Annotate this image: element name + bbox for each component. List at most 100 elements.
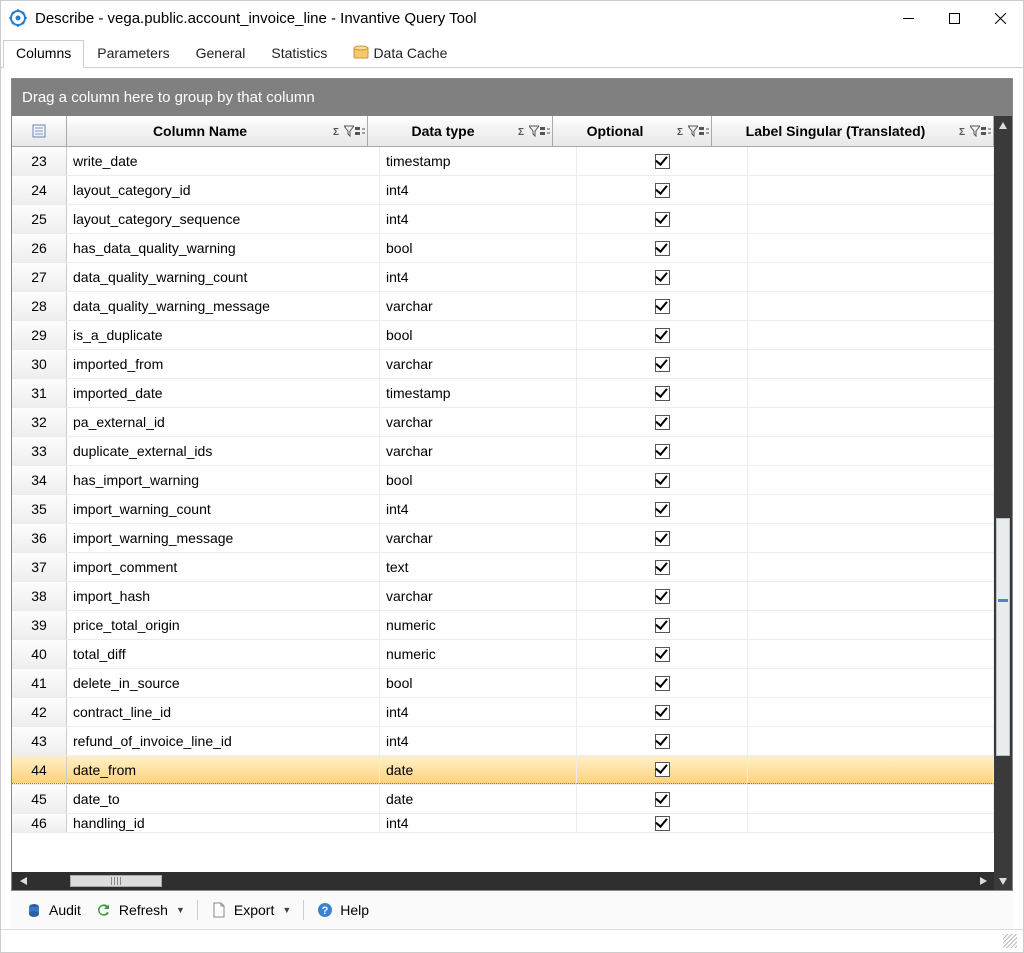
- maximize-button[interactable]: [931, 3, 977, 33]
- table-row[interactable]: 39price_total_originnumeric: [12, 611, 994, 640]
- cell-data-type[interactable]: int4: [380, 205, 577, 233]
- table-row[interactable]: 36import_warning_messagevarchar: [12, 524, 994, 553]
- cell-column-name[interactable]: price_total_origin: [67, 611, 380, 639]
- cell-data-type[interactable]: varchar: [380, 408, 577, 436]
- row-number[interactable]: 34: [12, 466, 67, 494]
- cell-column-name[interactable]: imported_date: [67, 379, 380, 407]
- cell-optional[interactable]: [577, 524, 748, 552]
- export-button[interactable]: Export ▼: [204, 899, 297, 921]
- checkbox-icon[interactable]: [655, 473, 670, 488]
- hscroll-track[interactable]: [30, 872, 976, 890]
- cell-optional[interactable]: [577, 698, 748, 726]
- cell-label-singular[interactable]: [748, 727, 994, 755]
- scroll-left-button[interactable]: [12, 872, 30, 890]
- cell-optional[interactable]: [577, 669, 748, 697]
- table-row[interactable]: 41delete_in_sourcebool: [12, 669, 994, 698]
- cell-column-name[interactable]: delete_in_source: [67, 669, 380, 697]
- cell-label-singular[interactable]: [748, 176, 994, 204]
- cell-optional[interactable]: [577, 292, 748, 320]
- vscroll-track[interactable]: [994, 134, 1012, 872]
- row-number[interactable]: 43: [12, 727, 67, 755]
- row-number[interactable]: 39: [12, 611, 67, 639]
- cell-optional[interactable]: [577, 814, 748, 832]
- row-number[interactable]: 40: [12, 640, 67, 668]
- cell-label-singular[interactable]: [748, 553, 994, 581]
- cell-column-name[interactable]: imported_from: [67, 350, 380, 378]
- cell-optional[interactable]: [577, 495, 748, 523]
- row-selector-header[interactable]: [12, 116, 67, 146]
- row-number[interactable]: 25: [12, 205, 67, 233]
- cell-column-name[interactable]: layout_category_id: [67, 176, 380, 204]
- table-row[interactable]: 26has_data_quality_warningbool: [12, 234, 994, 263]
- checkbox-icon[interactable]: [655, 676, 670, 691]
- row-number[interactable]: 26: [12, 234, 67, 262]
- checkbox-icon[interactable]: [655, 734, 670, 749]
- table-row[interactable]: 25layout_category_sequenceint4: [12, 205, 994, 234]
- cell-optional[interactable]: [577, 263, 748, 291]
- checkbox-icon[interactable]: [655, 444, 670, 459]
- cell-label-singular[interactable]: [748, 466, 994, 494]
- row-number[interactable]: 35: [12, 495, 67, 523]
- checkbox-icon[interactable]: [655, 762, 670, 777]
- cell-optional[interactable]: [577, 408, 748, 436]
- cell-data-type[interactable]: varchar: [380, 292, 577, 320]
- cell-data-type[interactable]: int4: [380, 263, 577, 291]
- cell-label-singular[interactable]: [748, 669, 994, 697]
- row-number[interactable]: 30: [12, 350, 67, 378]
- table-row[interactable]: 27data_quality_warning_countint4: [12, 263, 994, 292]
- cell-column-name[interactable]: refund_of_invoice_line_id: [67, 727, 380, 755]
- cell-data-type[interactable]: varchar: [380, 350, 577, 378]
- horizontal-scrollbar[interactable]: [12, 872, 994, 890]
- cell-column-name[interactable]: pa_external_id: [67, 408, 380, 436]
- cell-label-singular[interactable]: [748, 205, 994, 233]
- cell-data-type[interactable]: int4: [380, 814, 577, 832]
- table-row[interactable]: 23write_datetimestamp: [12, 147, 994, 176]
- cell-column-name[interactable]: data_quality_warning_count: [67, 263, 380, 291]
- minimize-button[interactable]: [885, 3, 931, 33]
- table-row[interactable]: 40total_diffnumeric: [12, 640, 994, 669]
- checkbox-icon[interactable]: [655, 299, 670, 314]
- column-header-tools[interactable]: Σ: [959, 125, 993, 137]
- checkbox-icon[interactable]: [655, 328, 670, 343]
- row-number[interactable]: 46: [12, 814, 67, 832]
- row-number[interactable]: 23: [12, 147, 67, 175]
- cell-data-type[interactable]: varchar: [380, 437, 577, 465]
- cell-label-singular[interactable]: [748, 234, 994, 262]
- checkbox-icon[interactable]: [655, 816, 670, 831]
- checkbox-icon[interactable]: [655, 792, 670, 807]
- cell-label-singular[interactable]: [748, 263, 994, 291]
- row-number[interactable]: 36: [12, 524, 67, 552]
- column-header-name[interactable]: Column NameΣ: [67, 116, 368, 146]
- tab-parameters[interactable]: Parameters: [84, 40, 182, 67]
- checkbox-icon[interactable]: [655, 502, 670, 517]
- table-row[interactable]: 28data_quality_warning_messagevarchar: [12, 292, 994, 321]
- cell-label-singular[interactable]: [748, 611, 994, 639]
- cell-optional[interactable]: [577, 234, 748, 262]
- cell-column-name[interactable]: total_diff: [67, 640, 380, 668]
- cell-data-type[interactable]: int4: [380, 176, 577, 204]
- help-button[interactable]: ? Help: [310, 899, 375, 921]
- cell-column-name[interactable]: handling_id: [67, 814, 380, 832]
- table-row[interactable]: 29is_a_duplicatebool: [12, 321, 994, 350]
- cell-column-name[interactable]: data_quality_warning_message: [67, 292, 380, 320]
- table-row[interactable]: 30imported_fromvarchar: [12, 350, 994, 379]
- cell-data-type[interactable]: date: [380, 756, 577, 784]
- table-row[interactable]: 35import_warning_countint4: [12, 495, 994, 524]
- table-row[interactable]: 46handling_idint4: [12, 814, 994, 833]
- cell-label-singular[interactable]: [748, 814, 994, 832]
- cell-optional[interactable]: [577, 640, 748, 668]
- cell-optional[interactable]: [577, 611, 748, 639]
- checkbox-icon[interactable]: [655, 618, 670, 633]
- cell-label-singular[interactable]: [748, 495, 994, 523]
- cell-optional[interactable]: [577, 321, 748, 349]
- cell-column-name[interactable]: is_a_duplicate: [67, 321, 380, 349]
- table-row[interactable]: 43refund_of_invoice_line_idint4: [12, 727, 994, 756]
- tab-columns[interactable]: Columns: [3, 40, 84, 68]
- tab-data-cache[interactable]: Data Cache: [340, 40, 460, 67]
- row-number[interactable]: 44: [12, 756, 67, 784]
- row-number[interactable]: 41: [12, 669, 67, 697]
- cell-label-singular[interactable]: [748, 756, 994, 784]
- cell-column-name[interactable]: contract_line_id: [67, 698, 380, 726]
- resize-grip[interactable]: [1003, 934, 1017, 948]
- cell-data-type[interactable]: bool: [380, 669, 577, 697]
